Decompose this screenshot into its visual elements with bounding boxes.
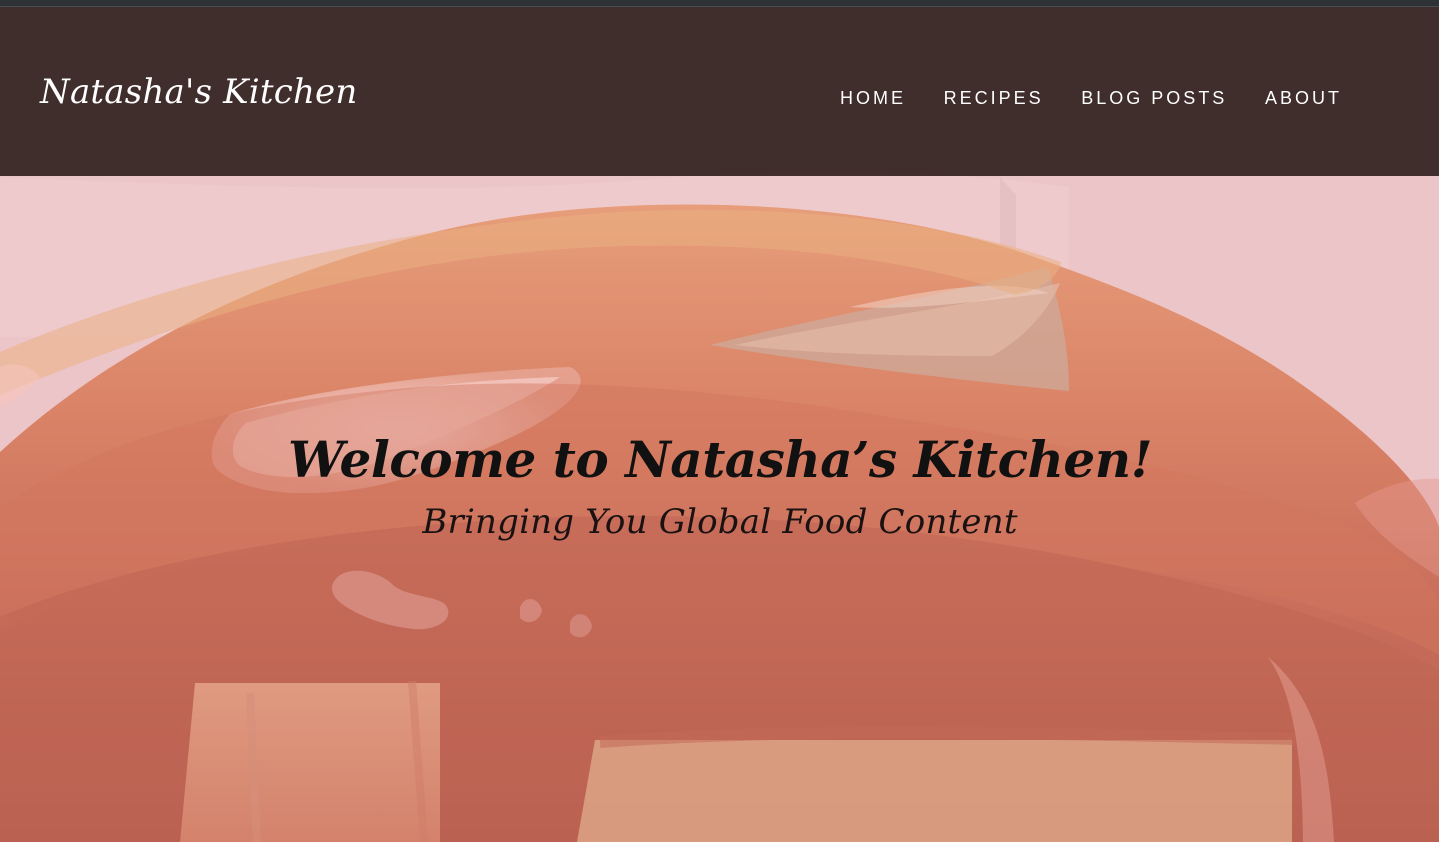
main-navigation: HOME RECIPES BLOG POSTS ABOUT: [826, 79, 1356, 117]
hero-subtitle: Bringing You Global Food Content: [422, 502, 1018, 542]
nav-link-about[interactable]: ABOUT: [1251, 80, 1356, 116]
nav-link-recipes[interactable]: RECIPES: [930, 80, 1058, 116]
hero-title: Welcome to Natasha’s Kitchen!: [287, 430, 1153, 489]
site-header: Natasha's Kitchen HOME RECIPES BLOG POST…: [0, 7, 1439, 176]
browser-top-strip: [0, 0, 1439, 7]
nav-link-blog-posts[interactable]: BLOG POSTS: [1067, 80, 1241, 116]
nav-link-home[interactable]: HOME: [826, 80, 920, 116]
page: Natasha's Kitchen HOME RECIPES BLOG POST…: [0, 0, 1439, 842]
site-logo-text[interactable]: Natasha's Kitchen: [40, 69, 357, 115]
hero-copy: Welcome to Natasha’s Kitchen! Bringing Y…: [250, 425, 1190, 549]
